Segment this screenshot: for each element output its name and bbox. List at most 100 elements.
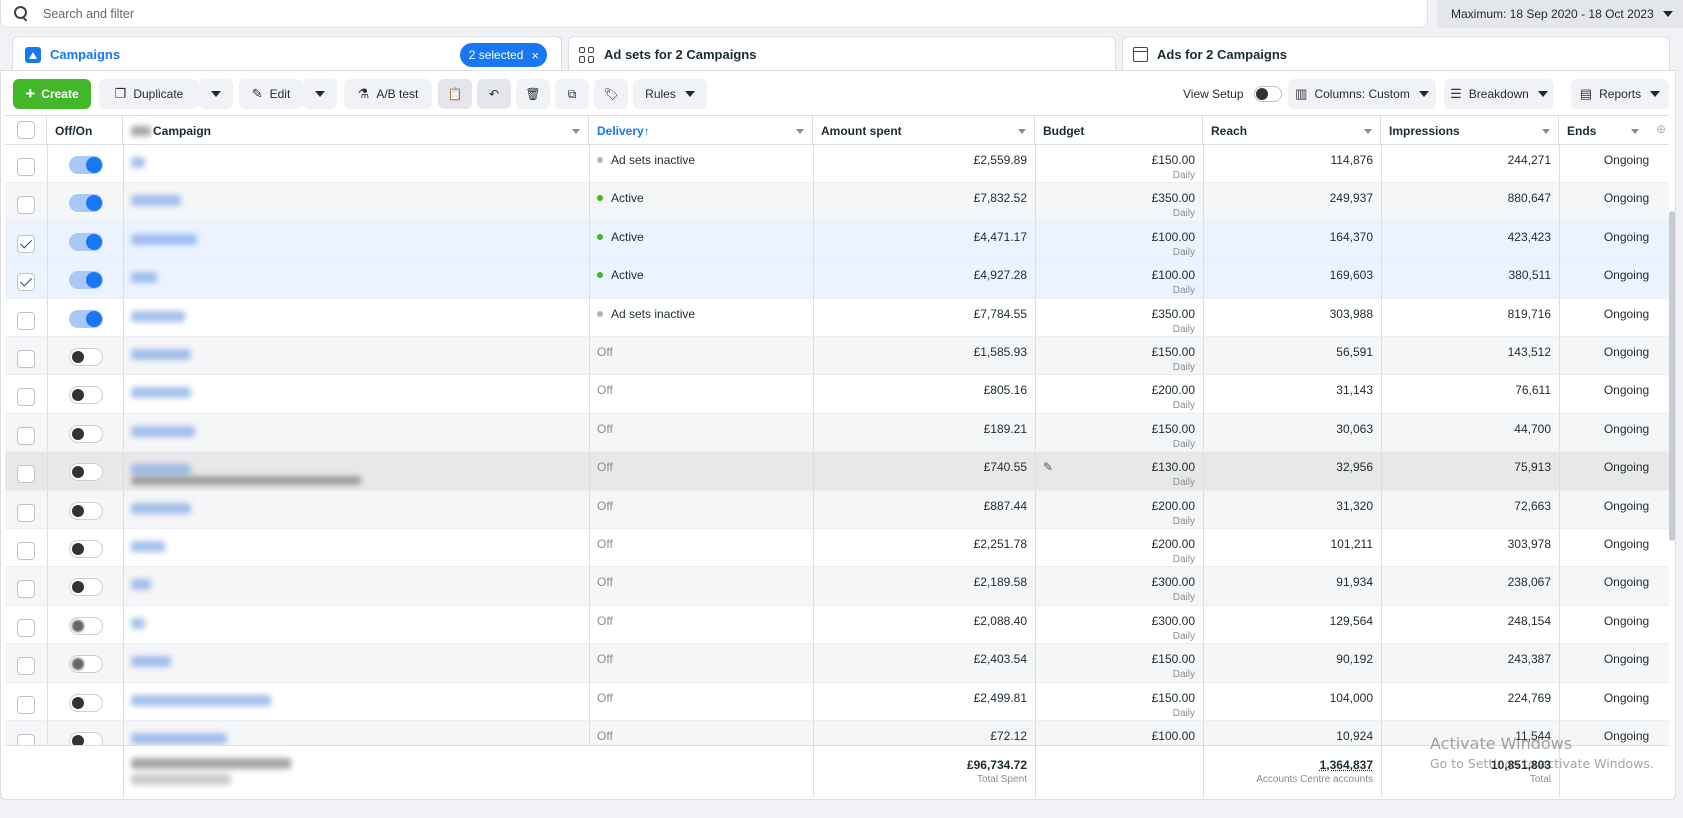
table-scrollbar[interactable]	[1669, 211, 1675, 541]
duplicate-dropdown[interactable]	[199, 79, 233, 109]
row-checkbox[interactable]	[17, 388, 35, 407]
col-impressions[interactable]: Impressions	[1381, 116, 1559, 145]
select-all-checkbox[interactable]	[17, 121, 35, 139]
campaign-name-blurred[interactable]	[131, 617, 145, 629]
campaign-toggle[interactable]	[69, 232, 103, 251]
campaign-name-blurred[interactable]	[131, 233, 197, 245]
table-row[interactable]: Off £1,585.93 £150.00 Daily 56,591 143,512 Ong…	[5, 337, 1669, 376]
table-row[interactable]: Off £2,251.78 £200.00 Daily 101,211 303,978 On…	[5, 529, 1669, 568]
col-ends[interactable]: Ends	[1559, 116, 1653, 145]
view-setup[interactable]: View Setup	[1183, 86, 1282, 102]
campaign-toggle[interactable]	[69, 424, 103, 443]
campaign-toggle[interactable]	[69, 540, 103, 558]
campaign-name-blurred[interactable]	[131, 387, 191, 399]
campaign-name-blurred[interactable]	[131, 349, 191, 360]
col-amount-spent[interactable]: Amount spent	[813, 116, 1035, 145]
selected-count-pill[interactable]: 2 selected ×	[459, 43, 547, 67]
close-icon[interactable]: ×	[531, 49, 539, 62]
search-bar[interactable]	[0, 0, 1428, 28]
row-checkbox[interactable]	[17, 350, 35, 368]
table-row[interactable]: Off £2,189.58 £300.00 Daily 91,934 238,067 Ong…	[5, 567, 1669, 606]
campaign-toggle[interactable]	[69, 271, 103, 290]
campaign-toggle[interactable]	[69, 693, 103, 712]
campaign-toggle[interactable]	[69, 194, 103, 213]
impressions: 143,512	[1507, 345, 1551, 359]
campaign-toggle[interactable]	[69, 501, 103, 520]
row-checkbox[interactable]	[17, 426, 35, 445]
campaign-toggle[interactable]	[69, 156, 103, 174]
campaign-name-blurred[interactable]	[131, 656, 171, 668]
row-checkbox[interactable]	[17, 273, 35, 292]
table-row[interactable]: Ad sets inactive £7,784.55 £350.00 Daily 303…	[5, 298, 1669, 337]
row-checkbox[interactable]	[17, 158, 35, 176]
rules-button[interactable]: Rules	[633, 79, 707, 109]
clipboard-button[interactable]: 📋	[438, 79, 472, 109]
row-checkbox[interactable]	[17, 234, 35, 253]
campaign-name-blurred[interactable]	[131, 733, 227, 744]
campaign-name-blurred[interactable]	[131, 157, 145, 168]
row-checkbox[interactable]	[17, 657, 35, 676]
col-budget[interactable]: Budget	[1035, 116, 1203, 145]
campaign-toggle[interactable]	[69, 309, 103, 328]
table-row[interactable]: Active £7,832.52 £350.00 Daily 249,937 880,64…	[5, 183, 1669, 222]
ab-test-button[interactable]: ⚗ A/B test	[344, 79, 432, 109]
reports-button[interactable]: ▤ Reports	[1571, 79, 1669, 109]
search-input[interactable]	[43, 6, 643, 21]
campaign-name-blurred[interactable]	[131, 464, 191, 476]
campaign-toggle[interactable]	[69, 386, 103, 405]
row-checkbox[interactable]	[17, 695, 35, 714]
create-button[interactable]: + Create	[13, 79, 91, 109]
columns-button[interactable]: ▥ Columns: Custom	[1288, 79, 1436, 109]
campaign-toggle[interactable]	[69, 655, 103, 674]
edit-dropdown[interactable]	[303, 79, 337, 109]
campaign-name-blurred[interactable]	[131, 579, 151, 591]
campaign-toggle[interactable]	[69, 348, 103, 366]
campaign-toggle[interactable]	[69, 616, 103, 635]
date-range-picker[interactable]: Maximum: 18 Sep 2020 - 18 Oct 2023	[1437, 0, 1683, 28]
row-checkbox[interactable]	[17, 196, 35, 215]
table-row[interactable]: Off £740.55 ✎ £130.00 Daily 32,956 75,913 Ongoi…	[5, 452, 1669, 491]
add-column-icon[interactable]: ⊕	[1656, 122, 1666, 136]
table-row[interactable]: Off £2,403.54 £150.00 Daily 90,192 243,387 Ong…	[5, 644, 1669, 683]
tag-button[interactable]: 🏷	[594, 79, 628, 109]
table-row[interactable]: Active £4,471.17 £100.00 Daily 164,370 423,42…	[5, 221, 1669, 261]
campaign-name-blurred[interactable]	[131, 272, 157, 284]
col-campaign[interactable]: Campaign	[123, 116, 589, 145]
campaign-name-blurred[interactable]	[131, 195, 181, 207]
table-row[interactable]: Off £189.21 £150.00 Daily 30,063 44,700 Ongoin…	[5, 413, 1669, 453]
row-checkbox[interactable]	[17, 542, 35, 560]
undo-button[interactable]: ↶	[477, 79, 511, 109]
table-row[interactable]: Off £805.16 £200.00 Daily 31,143 76,611 Ongoin…	[5, 375, 1669, 414]
row-checkbox[interactable]	[17, 618, 35, 637]
preview-button[interactable]: ⧉	[555, 79, 589, 109]
tab-campaigns[interactable]: Campaigns 2 selected ×	[12, 36, 562, 72]
campaign-toggle[interactable]	[69, 463, 103, 482]
row-checkbox[interactable]	[17, 311, 35, 330]
campaign-name-blurred[interactable]	[131, 541, 165, 552]
row-checkbox[interactable]	[17, 580, 35, 599]
col-reach[interactable]: Reach	[1203, 116, 1381, 145]
view-setup-toggle[interactable]	[1253, 86, 1282, 102]
tab-ad-sets[interactable]: Ad sets for 2 Campaigns	[568, 36, 1116, 72]
delete-button[interactable]: 🗑	[516, 79, 550, 109]
campaign-name-blurred[interactable]	[131, 502, 191, 514]
campaign-toggle[interactable]	[69, 578, 103, 597]
table-row[interactable]: Off £2,088.40 £300.00 Daily 129,564 248,154 On…	[5, 605, 1669, 645]
breakdown-button[interactable]: ☰ Breakdown	[1444, 79, 1554, 109]
row-checkbox[interactable]	[17, 503, 35, 522]
delivery-label: Off	[597, 690, 613, 705]
table-row[interactable]: Ad sets inactive £2,559.89 £150.00 Daily 114…	[5, 145, 1669, 184]
table-row[interactable]: Active £4,927.28 £100.00 Daily 169,603 380,51…	[5, 260, 1669, 299]
duplicate-button[interactable]: ❐ Duplicate	[99, 79, 199, 109]
status-dot-icon	[597, 195, 603, 202]
campaign-name-blurred[interactable]	[131, 694, 271, 706]
campaign-name-blurred[interactable]	[131, 310, 185, 322]
tab-ads[interactable]: Ads for 2 Campaigns	[1122, 36, 1670, 72]
edit-button[interactable]: ✎ Edit	[239, 79, 303, 109]
col-delivery[interactable]: Delivery ↑	[589, 116, 813, 145]
table-row[interactable]: Off £887.44 £200.00 Daily 31,320 72,663 Ongoin…	[5, 490, 1669, 529]
campaign-name-blurred[interactable]	[131, 425, 195, 437]
row-checkbox[interactable]	[17, 465, 35, 484]
table-row[interactable]: Off £2,499.81 £150.00 Daily 104,000 224,769 On…	[5, 682, 1669, 721]
budget: £150.00	[1151, 421, 1195, 436]
